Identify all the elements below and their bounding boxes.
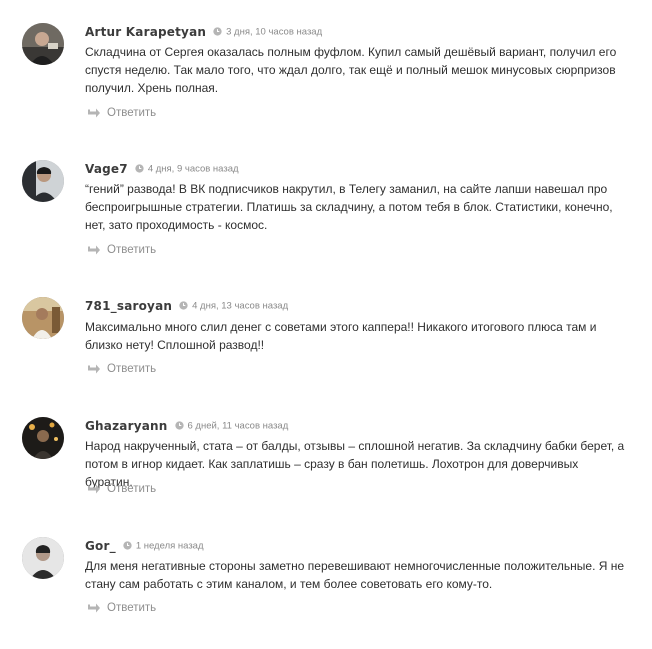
comment-author[interactable]: Ghazaryann: [85, 419, 168, 433]
clock-icon: [213, 27, 222, 36]
avatar[interactable]: [22, 537, 64, 579]
clock-icon: [135, 164, 144, 173]
avatar-image: [22, 297, 64, 339]
reply-label: Ответить: [107, 483, 157, 495]
reply-arrow-icon: [87, 108, 101, 119]
avatar-image: [22, 417, 64, 459]
reply-arrow-icon: [87, 484, 101, 495]
comment-text: Для меня негативные стороны заметно пере…: [85, 559, 625, 591]
reply-button[interactable]: Ответить: [87, 361, 156, 377]
clock-icon: [123, 541, 132, 550]
comment-date[interactable]: 4 дня, 13 часов назад: [192, 300, 288, 311]
comment-date[interactable]: 6 дней, 11 часов назад: [188, 420, 289, 431]
comment-date[interactable]: 4 дня, 9 часов назад: [148, 163, 239, 174]
comment-item: 781_saroyan 4 дня, 13 часов назад Максима…: [0, 297, 652, 389]
comment-author[interactable]: Vage7: [85, 162, 128, 176]
reply-arrow-icon: [87, 603, 101, 614]
avatar-image: [22, 537, 64, 579]
comment-item: Ghazaryann 6 дней, 11 часов назад Народ н…: [0, 417, 652, 509]
comment-author[interactable]: Gor_: [85, 539, 116, 553]
avatar-image: [22, 160, 64, 202]
comment-date[interactable]: 3 дня, 10 часов назад: [226, 26, 322, 37]
avatar[interactable]: [22, 160, 64, 202]
avatar[interactable]: [22, 23, 64, 65]
avatar[interactable]: [22, 417, 64, 459]
reply-label: Ответить: [107, 107, 157, 119]
reply-arrow-icon: [87, 364, 101, 375]
avatar[interactable]: [22, 297, 64, 339]
reply-button[interactable]: Ответить: [87, 600, 156, 616]
reply-label: Ответить: [107, 602, 157, 614]
reply-button[interactable]: Ответить: [87, 242, 156, 258]
comments-list: Artur Karapetyan 3 дня, 10 часов назад Ск…: [0, 0, 652, 649]
reply-button[interactable]: Ответить: [87, 481, 156, 497]
clock-icon: [174, 421, 184, 430]
comment-text: “гений” развода! В ВК подписчиков накрут…: [85, 182, 613, 232]
reply-label: Ответить: [107, 244, 157, 256]
reply-label: Ответить: [107, 363, 157, 375]
comment-item: Vage7 4 дня, 9 часов назад “гений” развод…: [0, 160, 652, 270]
reply-button[interactable]: Ответить: [87, 105, 156, 121]
reply-arrow-icon: [87, 245, 101, 256]
comment-item: Artur Karapetyan 3 дня, 10 часов назад Ск…: [0, 23, 652, 133]
comment-item: Gor_ 1 неделя назад Для меня негативные с…: [0, 537, 652, 629]
comment-text: Народ накрученный, стата – от балды, отз…: [85, 439, 625, 489]
comment-author[interactable]: Artur Karapetyan: [85, 25, 206, 39]
clock-icon: [179, 301, 188, 310]
comment-date[interactable]: 1 неделя назад: [136, 540, 204, 551]
avatar-image: [22, 23, 64, 65]
comment-text: Максимально много слил денег с советами …: [85, 320, 597, 352]
comment-author[interactable]: 781_saroyan: [85, 299, 172, 313]
comment-text: Складчина от Сергея оказалась полным фуф…: [85, 45, 617, 95]
